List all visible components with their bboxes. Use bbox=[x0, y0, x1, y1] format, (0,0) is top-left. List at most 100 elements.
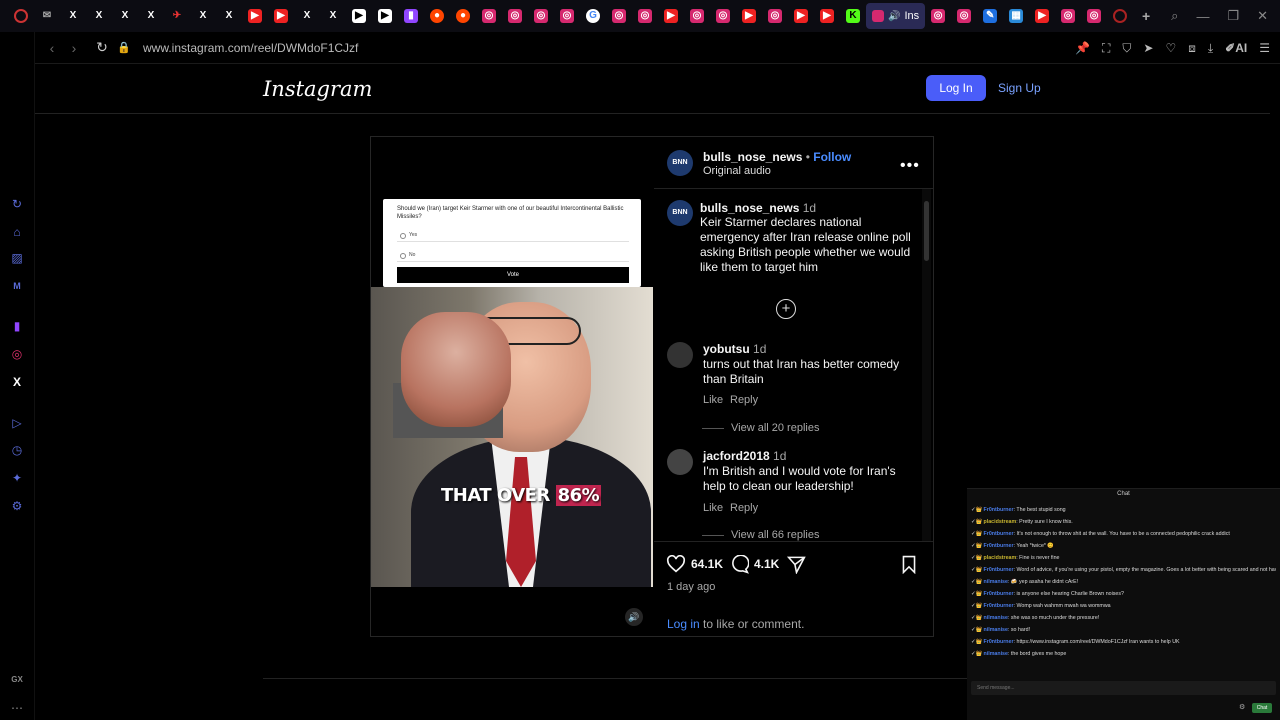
chat-settings-icon[interactable]: ⚙ bbox=[1239, 703, 1245, 711]
tab-youtube-icon[interactable]: ▶ bbox=[658, 0, 684, 32]
forward-icon[interactable]: › bbox=[63, 40, 85, 56]
comment-icon[interactable] bbox=[730, 555, 749, 574]
comments-scrollbar[interactable] bbox=[922, 189, 931, 541]
tab-instagram-icon[interactable]: ◎ bbox=[632, 0, 658, 32]
reel-video[interactable]: Should we (Iran) target Keir Starmer wit… bbox=[371, 137, 653, 636]
sidebar-ai-icon[interactable]: ⌂ bbox=[9, 224, 25, 240]
tab-youtube-icon[interactable]: ▶ bbox=[814, 0, 840, 32]
sidebar-gx-icon[interactable]: GX bbox=[9, 672, 25, 688]
caption-avatar[interactable]: BNN bbox=[667, 200, 693, 226]
tab-instagram-icon[interactable]: ◎ bbox=[554, 0, 580, 32]
more-options-icon[interactable]: ••• bbox=[900, 157, 920, 175]
sidebar-clock-icon[interactable]: ◷ bbox=[9, 442, 25, 458]
tab-x-icon[interactable]: X bbox=[60, 0, 86, 32]
tab-kick-icon[interactable]: K bbox=[840, 0, 866, 32]
tab-reddit-icon[interactable]: ● bbox=[450, 0, 476, 32]
audio-label[interactable]: Original audio bbox=[703, 165, 771, 177]
chat-send-button[interactable]: Chat bbox=[1252, 703, 1272, 713]
sidebar-twitch-icon[interactable]: ▮ bbox=[9, 318, 25, 334]
cube-icon[interactable]: ⧈ bbox=[1188, 41, 1196, 56]
sidebar-settings-icon[interactable]: ⚙ bbox=[9, 498, 25, 514]
caption-author[interactable]: bulls_nose_news bbox=[700, 201, 799, 215]
tab-youtube-icon[interactable]: ▶ bbox=[242, 0, 268, 32]
tab-instagram-icon[interactable]: ◎ bbox=[1081, 0, 1107, 32]
scrollbar-thumb[interactable] bbox=[924, 201, 929, 261]
chat-username[interactable]: Fr0ntburner bbox=[984, 639, 1014, 645]
tab-instagram-icon[interactable]: ◎ bbox=[762, 0, 788, 32]
tab-twitch-icon[interactable]: ▮ bbox=[398, 0, 424, 32]
maximize-icon[interactable]: ❐ bbox=[1227, 8, 1239, 24]
chat-username[interactable]: Fr0ntburner bbox=[984, 603, 1014, 609]
sidebar-player-icon[interactable]: ▷ bbox=[9, 415, 25, 431]
comment-reply-button[interactable]: Reply bbox=[730, 502, 758, 514]
chat-username[interactable]: nilmanise bbox=[984, 579, 1008, 585]
tab-youtube-icon[interactable]: ▶ bbox=[268, 0, 294, 32]
tab-instagram-icon[interactable]: ◎ bbox=[925, 0, 951, 32]
tab-instagram-icon[interactable]: ◎ bbox=[476, 0, 502, 32]
download-icon[interactable]: ⤓ bbox=[1208, 41, 1213, 56]
comment-reply-button[interactable]: Reply bbox=[730, 394, 758, 406]
author-avatar[interactable]: BNN bbox=[667, 150, 693, 176]
back-icon[interactable]: ‹ bbox=[41, 40, 63, 56]
comment-avatar[interactable] bbox=[667, 342, 693, 368]
sidebar-history-icon[interactable]: ↻ bbox=[9, 196, 25, 212]
sidebar-more-icon[interactable]: ⋯ bbox=[9, 700, 25, 716]
tab-google-icon[interactable]: G bbox=[580, 0, 606, 32]
tab-misc-icon[interactable]: ✈ bbox=[164, 0, 190, 32]
sidebar-x-icon[interactable]: X bbox=[9, 374, 25, 390]
url-field[interactable]: www.instagram.com/reel/DWMdoF1CJzf bbox=[143, 41, 358, 55]
sound-toggle-icon[interactable]: 🔊 bbox=[625, 608, 643, 626]
like-heart-icon[interactable] bbox=[666, 555, 686, 573]
tab-play-icon[interactable]: ▶ bbox=[346, 0, 372, 32]
opera-logo-icon[interactable] bbox=[8, 0, 34, 32]
tab-youtube-icon[interactable]: ▶ bbox=[736, 0, 762, 32]
ai-button[interactable]: ✐AI bbox=[1225, 41, 1247, 55]
tab-mail-icon[interactable]: ✉ bbox=[34, 0, 60, 32]
new-tab-icon[interactable]: + bbox=[1133, 0, 1159, 32]
tab-reddit-icon[interactable]: ● bbox=[424, 0, 450, 32]
login-link[interactable]: Log in bbox=[667, 617, 700, 631]
tab-x-icon[interactable]: X bbox=[86, 0, 112, 32]
sidebar-extensions-icon[interactable]: ✦ bbox=[9, 470, 25, 486]
tab-x-icon[interactable]: X bbox=[190, 0, 216, 32]
chat-username[interactable]: Fr0ntburner bbox=[984, 567, 1014, 573]
speaker-icon[interactable]: 🔊 bbox=[888, 11, 900, 22]
author-username[interactable]: bulls_nose_news bbox=[703, 150, 802, 164]
chat-username[interactable]: Fr0ntburner bbox=[984, 591, 1014, 597]
close-icon[interactable]: ✕ bbox=[1257, 8, 1268, 24]
tab-instagram-icon[interactable]: ◎ bbox=[951, 0, 977, 32]
follow-button[interactable]: Follow bbox=[813, 150, 851, 164]
comment-user[interactable]: yobutsu bbox=[703, 342, 750, 356]
tab-instagram-icon[interactable]: ◎ bbox=[1055, 0, 1081, 32]
snapshot-icon[interactable]: ⛶ bbox=[1102, 41, 1110, 56]
search-tabs-icon[interactable]: ⌕ bbox=[1171, 8, 1178, 24]
sidebar-instagram-icon[interactable]: ◎ bbox=[9, 346, 25, 362]
instagram-logo[interactable]: Instagram bbox=[263, 77, 372, 101]
chat-username[interactable]: nilmanise bbox=[984, 615, 1008, 621]
login-button[interactable]: Log In bbox=[926, 75, 986, 101]
tab-instagram-icon[interactable]: ◎ bbox=[606, 0, 632, 32]
chat-username[interactable]: nilmanise bbox=[984, 627, 1008, 633]
load-more-icon[interactable]: + bbox=[776, 299, 796, 319]
share-icon[interactable] bbox=[787, 555, 806, 574]
chat-username[interactable]: Fr0ntburner bbox=[984, 543, 1014, 549]
tab-x-icon[interactable]: X bbox=[294, 0, 320, 32]
tab-x-icon[interactable]: X bbox=[112, 0, 138, 32]
pin-icon[interactable]: 📌 bbox=[1075, 41, 1090, 55]
tab-edit-icon[interactable]: ✎ bbox=[977, 0, 1003, 32]
tab-misc-icon[interactable]: ▦ bbox=[1003, 0, 1029, 32]
tab-youtube-icon[interactable]: ▶ bbox=[788, 0, 814, 32]
chat-username[interactable]: Fr0ntburner bbox=[984, 507, 1014, 513]
tab-youtube-icon[interactable]: ▶ bbox=[1029, 0, 1055, 32]
chat-username[interactable]: placidstream bbox=[984, 519, 1017, 525]
chat-input[interactable]: Send message... bbox=[971, 681, 1276, 695]
send-icon[interactable]: ➤ bbox=[1143, 41, 1153, 55]
comment-avatar[interactable] bbox=[667, 449, 693, 475]
comment-like-button[interactable]: Like bbox=[703, 394, 723, 406]
tab-instagram-icon[interactable]: ◎ bbox=[502, 0, 528, 32]
tab-instagram-icon[interactable]: ◎ bbox=[710, 0, 736, 32]
menu-icon[interactable]: ☰ bbox=[1259, 41, 1270, 55]
tab-instagram-icon[interactable]: ◎ bbox=[684, 0, 710, 32]
save-bookmark-icon[interactable] bbox=[901, 555, 917, 574]
sidebar-notes-icon[interactable]: ▨ bbox=[9, 250, 25, 266]
